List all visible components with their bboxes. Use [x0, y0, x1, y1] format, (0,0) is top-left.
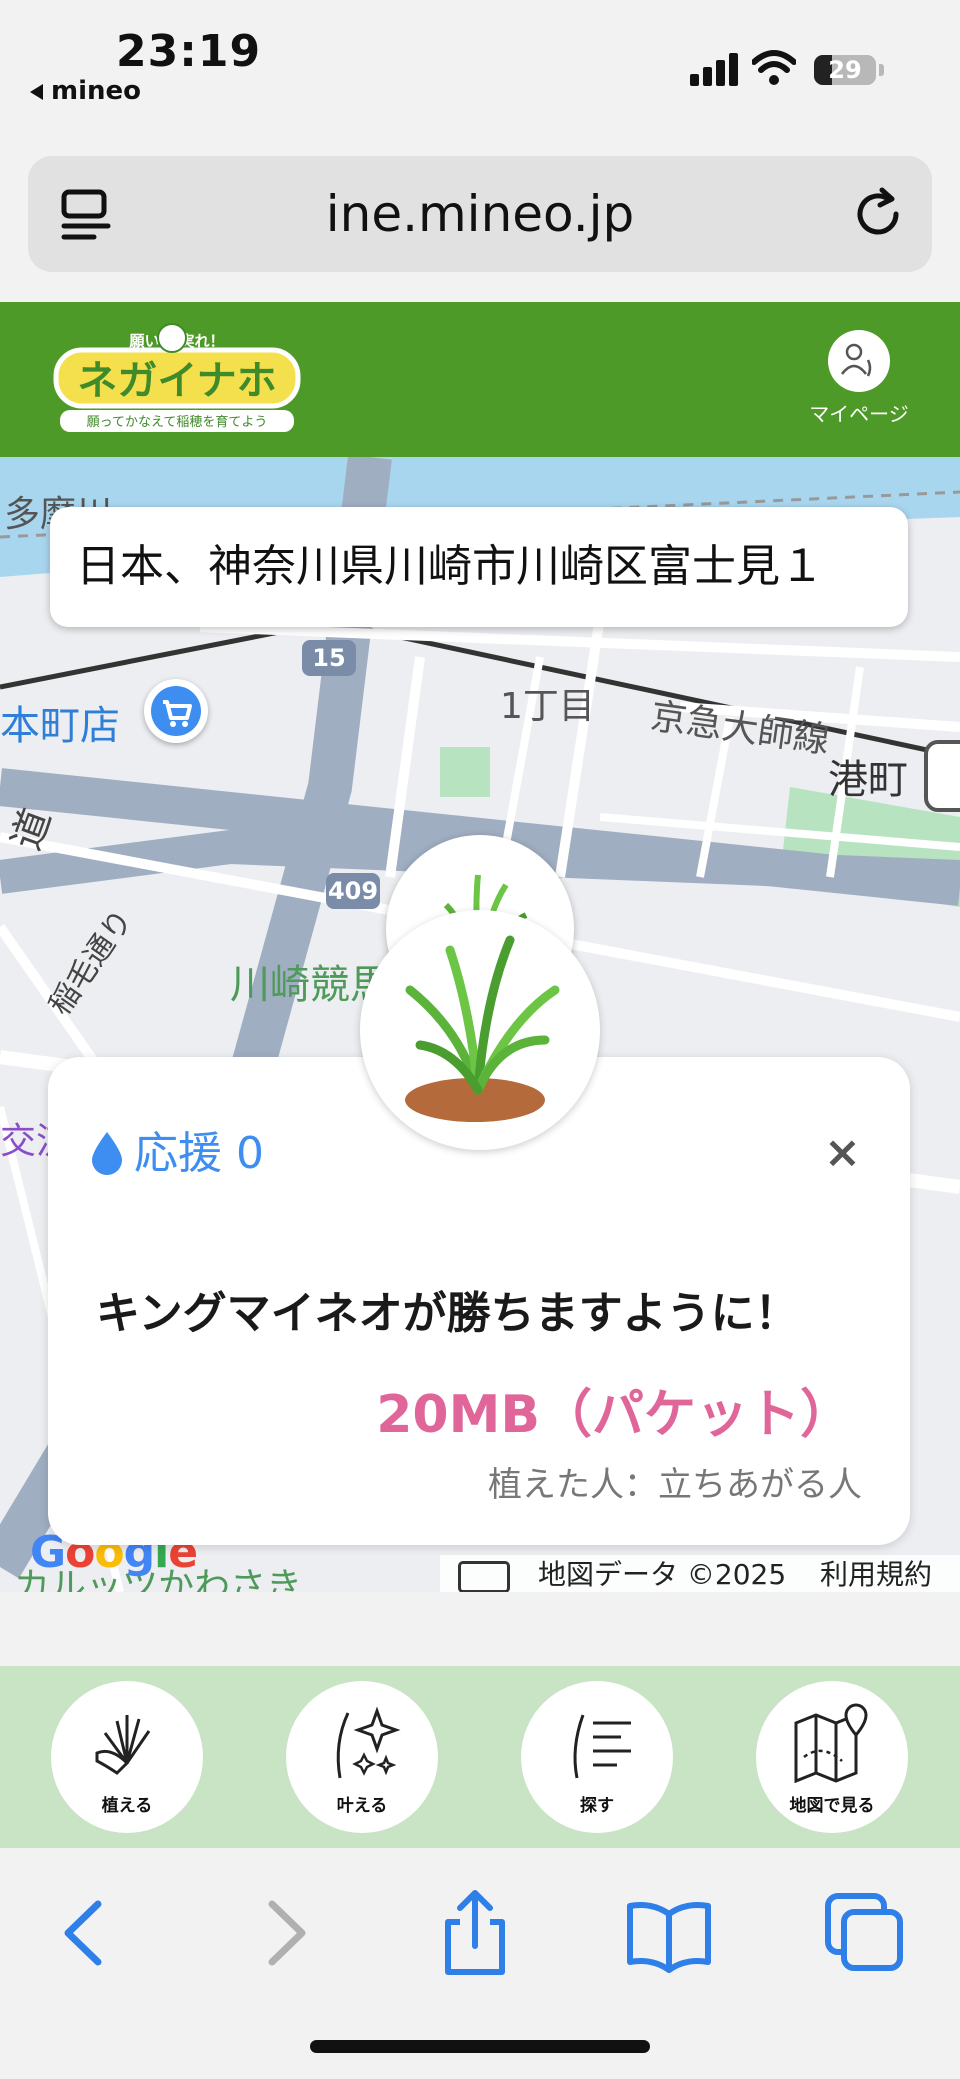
back-app-label: mineo — [51, 76, 142, 106]
route-409-shield: 409 — [326, 873, 380, 909]
plant-grass-icon — [95, 1715, 151, 1775]
cellular-signal-icon — [690, 52, 738, 86]
bookmarks-icon[interactable] — [624, 1888, 714, 1978]
mypage-avatar-icon — [828, 330, 890, 392]
search-list-icon — [573, 1714, 631, 1779]
water-drop-icon — [92, 1132, 122, 1175]
wish-text: キングマイネオが勝ちますように！ — [96, 1288, 799, 1339]
share-icon[interactable] — [430, 1888, 520, 1978]
home-indicator — [310, 2040, 650, 2053]
nav-plant-button[interactable]: 植える — [51, 1681, 203, 1833]
rice-plant-icon[interactable] — [360, 910, 600, 1150]
sparkle-rice-icon — [336, 1706, 401, 1779]
back-icon[interactable] — [40, 1888, 130, 1978]
status-time: 23:19 — [116, 26, 262, 77]
close-icon[interactable]: × — [824, 1131, 861, 1175]
planter-text: 植えた人：立ちあがる人 — [488, 1465, 862, 1505]
reward-text: 20MB（パケット） — [376, 1385, 852, 1445]
map-label-chome: 1丁目 — [500, 686, 595, 727]
logo-main-text: ネガイナホ — [77, 358, 276, 404]
nav-grant-label: 叶える — [336, 1796, 388, 1816]
map-label-shop[interactable]: 本町店 — [0, 693, 120, 751]
site-header: ネガイナホ 願いよ 実れ！ 願ってかなえて稲穂を育てよう マイページ — [0, 302, 960, 457]
nav-search-label: 探す — [580, 1796, 614, 1816]
negainaho-logo[interactable]: ネガイナホ 願いよ 実れ！ 願ってかなえて稲穂を育てよう — [52, 322, 302, 437]
folded-map-pin-icon — [794, 1703, 868, 1783]
mypage-button[interactable]: マイページ — [800, 322, 918, 427]
nav-map-button[interactable]: 地図で見る — [756, 1681, 908, 1833]
logo-sub-text: 願ってかなえて稲穂を育てよう — [87, 414, 268, 430]
train-station-icon[interactable] — [924, 740, 960, 812]
url-text[interactable]: ine.mineo.jp — [28, 156, 932, 272]
status-bar: 23:19 mineo 29 — [0, 0, 960, 130]
mypage-label: マイページ — [809, 402, 909, 426]
reload-icon[interactable] — [848, 184, 908, 244]
battery-level: 29 — [828, 56, 862, 84]
battery-icon: 29 — [814, 55, 876, 85]
wifi-icon — [752, 50, 796, 85]
back-to-app-link[interactable]: mineo — [30, 76, 141, 106]
nav-search-button[interactable]: 探す — [521, 1681, 673, 1833]
app-bottom-nav: 植える 叶える 探す 地図で見る — [0, 1666, 960, 1848]
back-triangle-icon — [30, 83, 43, 100]
forward-icon[interactable] — [240, 1888, 330, 1978]
map-label-station: 港町 — [828, 757, 908, 803]
support-count[interactable]: 応援 0 — [90, 1117, 264, 1181]
nav-plant-label: 植える — [101, 1796, 153, 1816]
address-bar[interactable]: ine.mineo.jp — [28, 156, 932, 272]
map-footer: 地図データ ©2025 利用規約 — [440, 1555, 960, 1592]
nav-grant-button[interactable]: 叶える — [286, 1681, 438, 1833]
support-label: 応援 0 — [134, 1128, 264, 1179]
keyboard-shortcuts-icon[interactable] — [458, 1561, 510, 1592]
nav-map-label: 地図で見る — [789, 1796, 875, 1816]
route-15-shield: 15 — [302, 640, 356, 676]
tabs-overview-icon[interactable] — [820, 1888, 910, 1978]
map-terms-link[interactable]: 利用規約 — [820, 1555, 932, 1592]
battery-nub — [879, 64, 884, 76]
shop-cart-pin-icon[interactable] — [144, 679, 208, 743]
address-text: 日本、神奈川県川崎市川崎区富士見１ — [76, 541, 824, 592]
map-data-copyright: 地図データ ©2025 — [538, 1558, 787, 1591]
address-display: 日本、神奈川県川崎市川崎区富士見１ — [50, 507, 908, 627]
